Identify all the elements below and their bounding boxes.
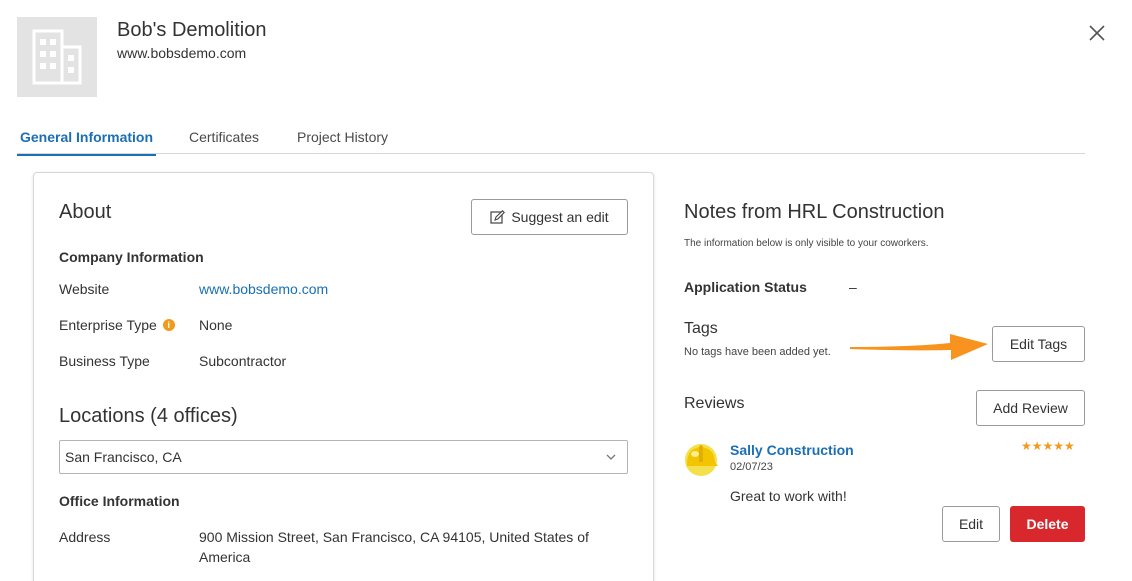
locations-title: Locations (4 offices) [59,405,238,427]
company-logo [17,17,97,97]
tab-bar: General Information Certificates Project… [17,126,1085,156]
location-select[interactable]: San Francisco, CA [59,440,628,474]
tab-project-history[interactable]: Project History [294,129,391,145]
about-card: About Suggest an edit Company Informatio… [33,172,654,581]
business-type-value: Subcontractor [199,353,287,369]
add-review-button[interactable]: Add Review [976,390,1085,426]
edit-icon [490,209,506,224]
about-title: About [59,201,112,223]
company-info-heading: Company Information [59,249,204,265]
address-value: 900 Mission Street, San Francisco, CA 94… [199,529,589,565]
building-icon [32,29,82,85]
arrow-annotation [850,334,988,360]
website-link[interactable]: www.bobsdemo.com [199,279,328,299]
star-rating: ★★★★★ [1021,439,1075,453]
close-icon [1089,25,1105,41]
reviewer-name-link[interactable]: Sally Construction [730,442,854,458]
address-label: Address [59,529,111,545]
suggest-edit-label: Suggest an edit [511,209,609,225]
location-select-value: San Francisco, CA [65,449,182,465]
business-type-label: Business Type [59,353,150,369]
enterprise-type-label: Enterprise Type i [59,317,175,333]
tags-empty-text: No tags have been added yet. [684,346,831,358]
edit-review-button[interactable]: Edit [942,506,1000,542]
tags-label: Tags [684,320,718,337]
review-date: 02/07/23 [730,461,773,473]
tab-general-information[interactable]: General Information [17,129,157,156]
company-url: www.bobsdemo.com [117,45,247,61]
application-status-value: – [849,279,857,295]
enterprise-type-label-text: Enterprise Type [59,317,157,333]
suggest-edit-button[interactable]: Suggest an edit [471,199,628,235]
reviews-label: Reviews [684,395,745,412]
close-button[interactable] [1086,22,1108,44]
hardhat-icon [685,444,718,476]
tab-certificates[interactable]: Certificates [186,129,262,145]
notes-subtitle: The information below is only visible to… [684,238,929,249]
office-info-heading: Office Information [59,493,180,509]
notes-title: Notes from HRL Construction [684,201,945,223]
review-text: Great to work with! [730,488,847,504]
website-label: Website [59,281,110,297]
edit-tags-button[interactable]: Edit Tags [992,326,1085,362]
delete-review-button[interactable]: Delete [1010,506,1085,542]
info-icon[interactable]: i [162,319,175,331]
application-status-label: Application Status [684,279,807,295]
enterprise-type-value: None [199,317,233,333]
company-name: Bob's Demolition [117,19,267,41]
chevron-down-icon [606,454,616,460]
